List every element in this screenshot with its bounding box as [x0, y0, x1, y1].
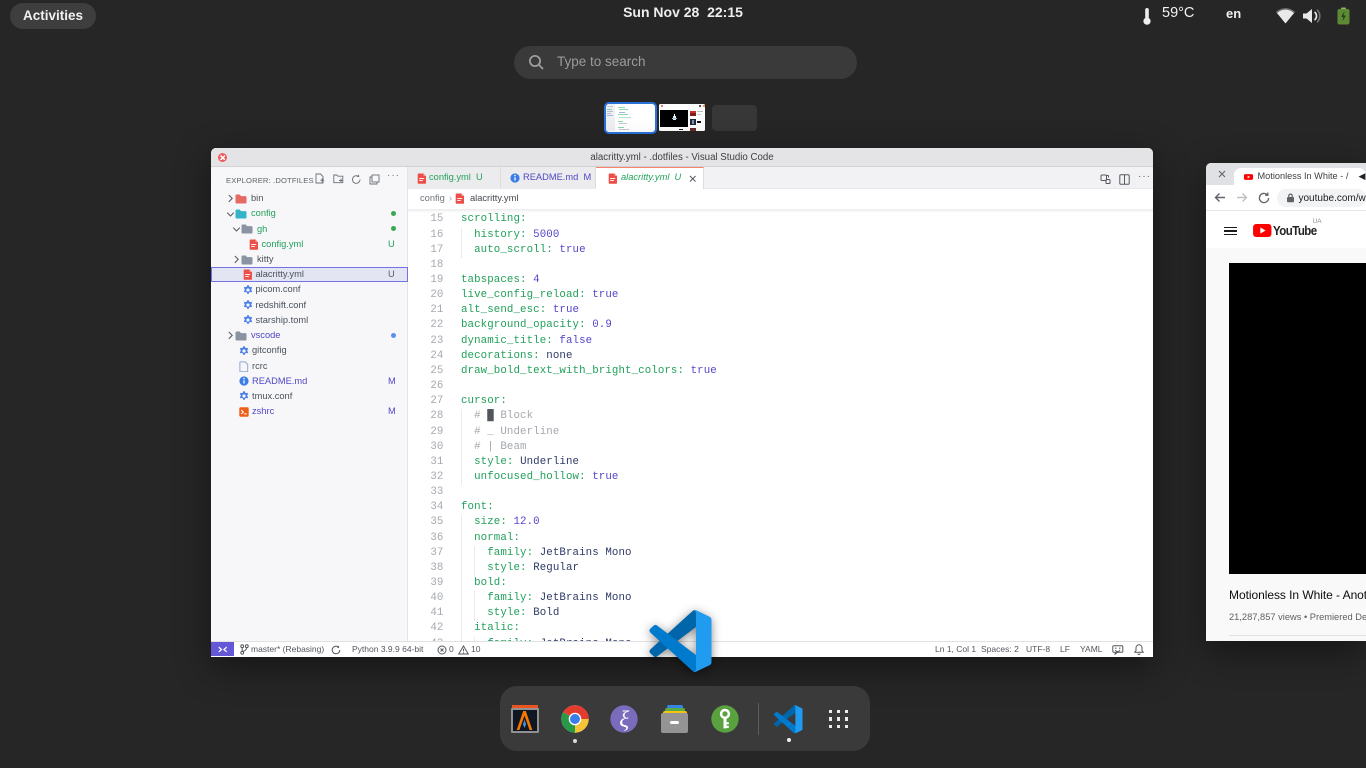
- svg-text:ξ: ξ: [619, 707, 629, 732]
